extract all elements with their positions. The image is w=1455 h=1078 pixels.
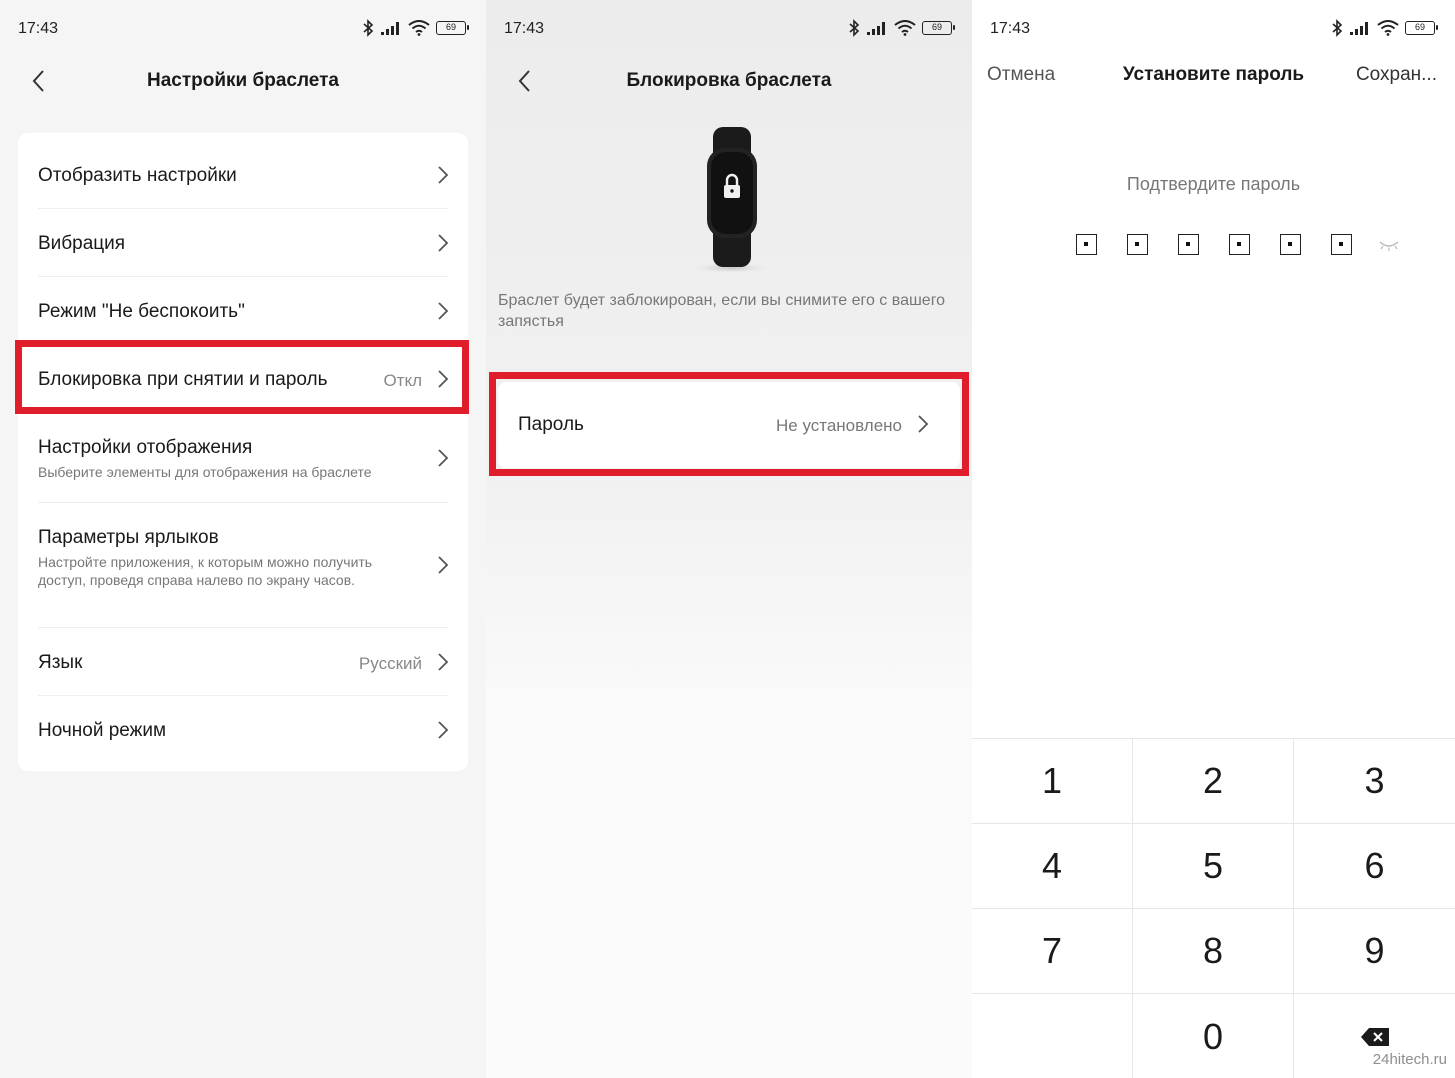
- backspace-icon: [1360, 1027, 1389, 1046]
- chevron-right-icon: [438, 653, 449, 671]
- item-label: Отобразить настройки: [38, 165, 237, 186]
- highlight-box: [15, 340, 469, 414]
- wifi-icon: [1377, 20, 1399, 36]
- battery-icon: 69: [922, 21, 955, 35]
- pin-input[interactable]: [1076, 234, 1400, 255]
- item-label: Режим "Не беспокоить": [38, 301, 245, 322]
- pin-digit: [1127, 234, 1148, 255]
- numeric-keypad: 1 2 3 4 5 6 7 8 9 0: [972, 738, 1455, 1078]
- list-item-do-not-disturb[interactable]: Режим "Не беспокоить": [18, 277, 468, 345]
- status-bar: 17:43 69: [0, 0, 486, 56]
- signal-icon: [867, 22, 885, 35]
- item-label: Параметры ярлыков: [38, 527, 219, 548]
- pin-digit: [1331, 234, 1352, 255]
- key-empty: [972, 994, 1133, 1078]
- page-title: Блокировка браслета: [626, 70, 832, 91]
- list-item-display-options[interactable]: Настройки отображения Выберите элементы …: [18, 413, 468, 503]
- item-label: Язык: [38, 652, 83, 673]
- bracelet-settings-screen: 17:43 69 Настройки браслета Отобразить н…: [0, 0, 486, 1078]
- pin-digit: [1178, 234, 1199, 255]
- chevron-right-icon: [438, 449, 449, 467]
- settings-list: Отобразить настройки Вибрация Режим "Не …: [18, 133, 468, 771]
- status-time: 17:43: [504, 20, 545, 37]
- status-icons: 69: [1331, 18, 1438, 38]
- highlight-box: [489, 372, 969, 476]
- list-item-vibration[interactable]: Вибрация: [18, 209, 468, 277]
- key-7[interactable]: 7: [972, 909, 1133, 994]
- header: Настройки браслета: [0, 56, 486, 108]
- bracelet-lock-screen: 17:43 69 Блокировка браслета Браслет буд…: [486, 0, 972, 1078]
- key-8[interactable]: 8: [1133, 909, 1294, 994]
- signal-icon: [381, 22, 399, 35]
- key-2[interactable]: 2: [1133, 739, 1294, 824]
- status-time: 17:43: [990, 20, 1031, 37]
- bluetooth-icon: [363, 19, 374, 37]
- chevron-right-icon: [438, 302, 449, 320]
- item-value: Русский: [358, 654, 422, 673]
- locked-band-illustration: [693, 127, 769, 273]
- status-bar: 17:43 69: [486, 0, 972, 56]
- list-item-language[interactable]: Язык Русский: [18, 628, 468, 696]
- chevron-right-icon: [438, 556, 449, 574]
- save-button[interactable]: Сохран...: [1356, 64, 1437, 86]
- key-5[interactable]: 5: [1133, 824, 1294, 909]
- battery-icon: 69: [436, 21, 469, 35]
- item-subtitle: Выберите элементы для отображения на бра…: [38, 464, 372, 480]
- lock-description: Браслет будет заблокирован, если вы сним…: [498, 292, 946, 330]
- wifi-icon: [408, 20, 430, 36]
- chevron-right-icon: [438, 234, 449, 252]
- key-4[interactable]: 4: [972, 824, 1133, 909]
- status-icons: 69: [362, 18, 469, 38]
- pin-digit: [1229, 234, 1250, 255]
- status-bar: 17:43 69: [972, 0, 1455, 56]
- key-9[interactable]: 9: [1294, 909, 1455, 994]
- watermark: 24hitech.ru: [1372, 1051, 1447, 1068]
- status-icons: 69: [848, 18, 955, 38]
- signal-icon: [1350, 22, 1368, 35]
- key-1[interactable]: 1: [972, 739, 1133, 824]
- key-3[interactable]: 3: [1294, 739, 1455, 824]
- header: Отмена Установите пароль Сохран...: [972, 64, 1455, 94]
- chevron-right-icon: [438, 721, 449, 739]
- page-title: Настройки браслета: [146, 70, 339, 91]
- item-label: Настройки отображения: [38, 437, 253, 458]
- eye-closed-icon[interactable]: [1378, 238, 1400, 252]
- status-time: 17:43: [18, 20, 59, 37]
- key-6[interactable]: 6: [1294, 824, 1455, 909]
- pin-digit: [1076, 234, 1097, 255]
- item-label: Вибрация: [38, 233, 126, 254]
- chevron-right-icon: [438, 166, 449, 184]
- header: Блокировка браслета: [486, 56, 972, 108]
- wifi-icon: [894, 20, 916, 36]
- item-label: Ночной режим: [38, 720, 167, 741]
- bluetooth-icon: [849, 19, 860, 37]
- pin-digit: [1280, 234, 1301, 255]
- key-0[interactable]: 0: [1133, 994, 1294, 1078]
- list-item-night-mode[interactable]: Ночной режим: [18, 696, 468, 771]
- set-password-screen: 17:43 69 Отмена Установите пароль Сохран…: [972, 0, 1455, 1078]
- confirm-password-prompt: Подтвердите пароль: [1126, 174, 1301, 194]
- item-subtitle: Настройте приложения, к которым можно по…: [38, 554, 373, 588]
- list-item-display-settings[interactable]: Отобразить настройки: [18, 133, 468, 209]
- bluetooth-icon: [1332, 19, 1343, 37]
- list-item-shortcut-settings[interactable]: Параметры ярлыков Настройте приложения, …: [18, 503, 468, 628]
- battery-icon: 69: [1405, 21, 1438, 35]
